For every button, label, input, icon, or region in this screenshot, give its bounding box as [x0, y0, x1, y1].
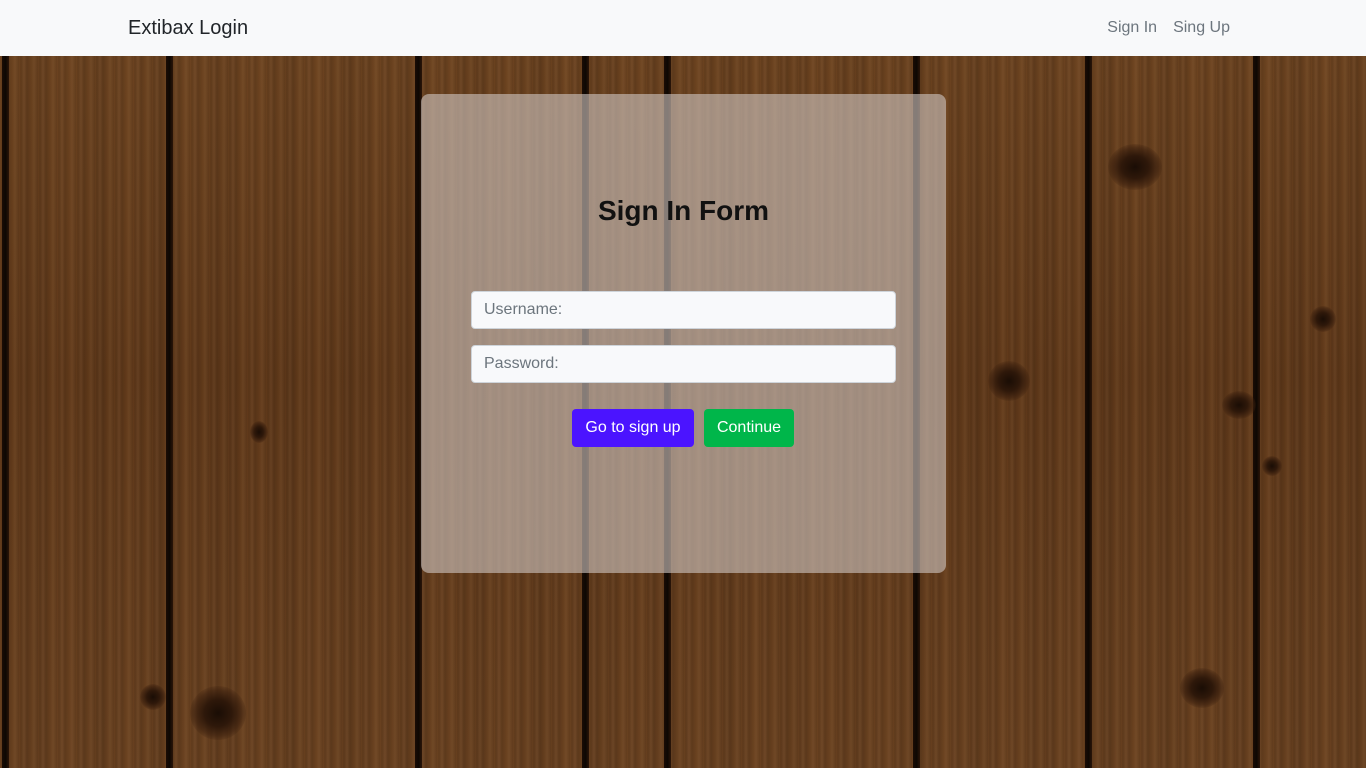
plank-gap: [1253, 56, 1260, 768]
navbar: Extibax Login Sign In Sing Up: [0, 0, 1366, 56]
continue-button[interactable]: Continue: [704, 409, 794, 447]
go-to-sign-up-button[interactable]: Go to sign up: [572, 409, 694, 447]
wood-knot: [190, 686, 246, 740]
wood-knot: [1108, 144, 1162, 190]
nav-links: Sign In Sing Up: [1107, 17, 1230, 39]
wood-knot: [1262, 456, 1282, 476]
wood-knot: [250, 421, 268, 443]
password-input[interactable]: [471, 345, 896, 383]
username-input[interactable]: [471, 291, 896, 329]
form-title: Sign In Form: [597, 195, 770, 226]
plank-gap: [2, 56, 9, 768]
wood-knot: [1180, 668, 1224, 708]
wood-knot: [140, 684, 166, 710]
plank-gap: [166, 56, 173, 768]
sign-in-card: Sign In Form: [421, 94, 946, 573]
wood-knot: [1222, 391, 1256, 419]
wood-knot: [988, 361, 1030, 401]
wood-knot: [1310, 306, 1336, 332]
nav-link-sign-up[interactable]: Sing Up: [1173, 17, 1230, 39]
brand-link[interactable]: Extibax Login: [128, 16, 248, 40]
nav-link-sign-in[interactable]: Sign In: [1107, 17, 1157, 39]
plank-gap: [1085, 56, 1092, 768]
